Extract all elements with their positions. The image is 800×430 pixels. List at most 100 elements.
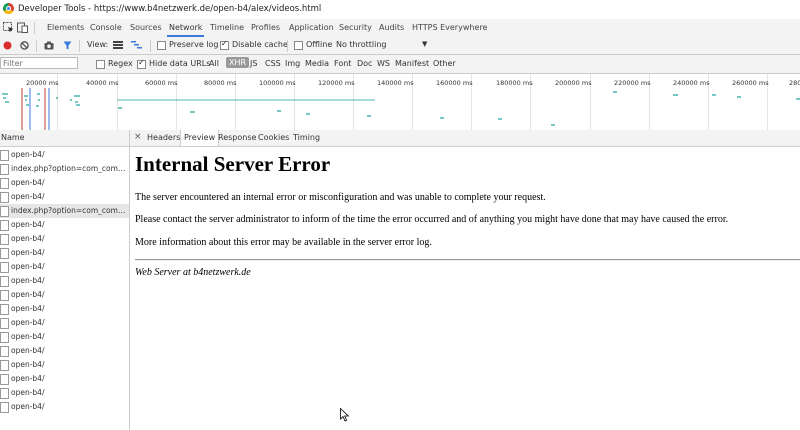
tab-profiles[interactable]: Profiles bbox=[251, 23, 280, 32]
tab-preview[interactable]: Preview bbox=[180, 130, 220, 146]
request-row[interactable]: index.php?option=com_communi... bbox=[0, 162, 129, 176]
filter-type-media[interactable]: Media bbox=[305, 59, 329, 68]
inspect-element-icon[interactable] bbox=[3, 22, 14, 33]
tab-network[interactable]: Network bbox=[166, 23, 205, 37]
filter-icon[interactable] bbox=[63, 41, 72, 50]
request-name: open-b4/ bbox=[11, 276, 45, 285]
filter-type-doc[interactable]: Doc bbox=[357, 59, 372, 68]
request-name: open-b4/ bbox=[11, 290, 45, 299]
request-row[interactable]: open-b4/ bbox=[0, 190, 129, 204]
request-name: open-b4/ bbox=[11, 388, 45, 397]
error-paragraph: Please contact the server administrator … bbox=[135, 214, 729, 225]
request-name: open-b4/ bbox=[11, 402, 45, 411]
timeline-label: 200000 ms bbox=[555, 79, 592, 87]
timeline-label: 40000 ms bbox=[86, 79, 119, 87]
request-name: open-b4/ bbox=[11, 192, 45, 201]
throttling-select[interactable]: No throttling bbox=[336, 40, 387, 49]
timeline-label: 220000 ms bbox=[614, 79, 651, 87]
offline-label: Offline bbox=[306, 40, 333, 49]
request-row[interactable]: open-b4/ bbox=[0, 400, 129, 414]
filter-type-other[interactable]: Other bbox=[433, 59, 456, 68]
large-rows-icon[interactable] bbox=[113, 41, 123, 49]
tab-elements[interactable]: Elements bbox=[47, 23, 84, 32]
file-icon bbox=[0, 248, 9, 259]
request-row[interactable]: open-b4/ bbox=[0, 344, 129, 358]
timeline-label: 100000 ms bbox=[259, 79, 296, 87]
preserve-log-checkbox[interactable] bbox=[157, 41, 166, 50]
offline-checkbox[interactable] bbox=[294, 41, 303, 50]
file-icon bbox=[0, 192, 9, 203]
tab-security[interactable]: Security bbox=[339, 23, 372, 32]
toolbar-divider bbox=[36, 40, 37, 52]
clear-icon[interactable] bbox=[20, 41, 29, 50]
timeline-label: 80000 ms bbox=[204, 79, 237, 87]
request-row[interactable]: open-b4/ bbox=[0, 148, 129, 162]
timeline-label: 240000 ms bbox=[673, 79, 710, 87]
request-row[interactable]: open-b4/ bbox=[0, 386, 129, 400]
chrome-logo-icon bbox=[3, 3, 14, 14]
tab-headers[interactable]: Headers bbox=[147, 133, 180, 142]
file-icon bbox=[0, 262, 9, 273]
hide-data-urls-label: Hide data URLs bbox=[149, 59, 211, 68]
devtools-panel-tabs: Elements Console Sources Network Timelin… bbox=[0, 19, 800, 38]
filter-type-font[interactable]: Font bbox=[334, 59, 351, 68]
request-row[interactable]: open-b4/ bbox=[0, 358, 129, 372]
regex-label: Regex bbox=[108, 59, 133, 68]
request-name: open-b4/ bbox=[11, 346, 45, 355]
request-name: open-b4/ bbox=[11, 374, 45, 383]
filter-type-img[interactable]: Img bbox=[285, 59, 300, 68]
request-row[interactable]: open-b4/ bbox=[0, 232, 129, 246]
request-row[interactable]: open-b4/ bbox=[0, 260, 129, 274]
timeline-label: 180000 ms bbox=[496, 79, 533, 87]
hide-data-urls-checkbox[interactable] bbox=[137, 58, 146, 69]
window-title: Developer Tools - https://www.b4netzwerk… bbox=[18, 4, 322, 14]
request-row[interactable]: open-b4/ bbox=[0, 302, 129, 316]
timeline-label: 60000 ms bbox=[145, 79, 178, 87]
error-title: Internal Server Error bbox=[135, 152, 331, 176]
filter-type-ws[interactable]: WS bbox=[377, 59, 390, 68]
close-icon[interactable]: × bbox=[134, 132, 142, 142]
request-row[interactable]: open-b4/ bbox=[0, 372, 129, 386]
request-row[interactable]: open-b4/ bbox=[0, 288, 129, 302]
disable-cache-checkbox[interactable] bbox=[220, 39, 229, 50]
record-icon[interactable] bbox=[3, 41, 12, 50]
tab-response[interactable]: Response bbox=[218, 133, 256, 142]
camera-icon[interactable] bbox=[44, 41, 54, 50]
overview-icon[interactable] bbox=[131, 40, 142, 50]
device-mode-icon[interactable] bbox=[17, 22, 28, 33]
filter-type-css[interactable]: CSS bbox=[265, 59, 281, 68]
request-row-selected[interactable]: index.php?option=com_communi... bbox=[0, 204, 129, 218]
filter-type-xhr[interactable]: XHR bbox=[226, 57, 250, 68]
toolbar-divider bbox=[150, 40, 151, 52]
timeline-bars bbox=[2, 88, 800, 130]
name-column-header[interactable]: Name bbox=[0, 130, 129, 147]
view-label: View: bbox=[87, 40, 109, 49]
request-row[interactable]: open-b4/ bbox=[0, 330, 129, 344]
request-name: index.php?option=com_communi... bbox=[11, 164, 129, 173]
tab-application[interactable]: Application bbox=[289, 23, 334, 32]
tab-timeline[interactable]: Timeline bbox=[210, 23, 244, 32]
tab-https-everywhere[interactable]: HTTPS Everywhere bbox=[412, 23, 487, 32]
filter-type-manifest[interactable]: Manifest bbox=[395, 59, 429, 68]
filter-input[interactable] bbox=[0, 57, 78, 69]
tab-timing[interactable]: Timing bbox=[293, 133, 320, 142]
request-row[interactable]: open-b4/ bbox=[0, 274, 129, 288]
tab-audits[interactable]: Audits bbox=[379, 23, 404, 32]
tab-cookies[interactable]: Cookies bbox=[258, 133, 289, 142]
filter-bar: Regex Hide data URLs All XHR JS CSS Img … bbox=[0, 55, 800, 74]
filter-type-js[interactable]: JS bbox=[250, 59, 257, 68]
request-row[interactable]: open-b4/ bbox=[0, 316, 129, 330]
filter-type-all[interactable]: All bbox=[209, 59, 219, 68]
mouse-cursor-icon bbox=[340, 408, 350, 422]
chevron-down-icon[interactable]: ▼ bbox=[422, 40, 427, 48]
request-row[interactable]: open-b4/ bbox=[0, 246, 129, 260]
request-row[interactable]: open-b4/ bbox=[0, 176, 129, 190]
request-detail-panel: × Headers Preview Response Cookies Timin… bbox=[130, 130, 800, 430]
regex-checkbox[interactable] bbox=[96, 60, 105, 69]
file-icon bbox=[0, 402, 9, 413]
request-row[interactable]: open-b4/ bbox=[0, 218, 129, 232]
timeline-overview[interactable]: 20000 ms 40000 ms 60000 ms 80000 ms 1000… bbox=[0, 74, 800, 131]
tab-console[interactable]: Console bbox=[90, 23, 122, 32]
tab-sources[interactable]: Sources bbox=[130, 23, 162, 32]
file-icon bbox=[0, 360, 9, 371]
